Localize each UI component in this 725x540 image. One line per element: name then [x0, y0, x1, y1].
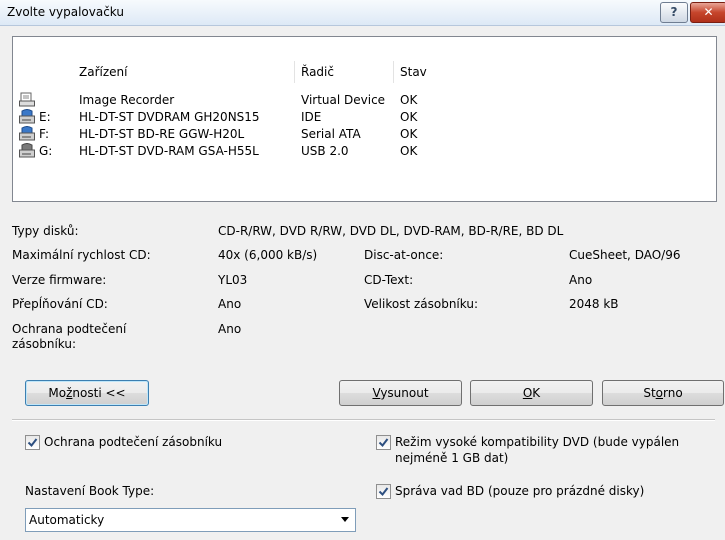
max-speed-value: 40x (6,000 kB/s)	[218, 248, 318, 262]
device-status: OK	[400, 127, 418, 141]
cdtext-value: Ano	[569, 273, 593, 287]
book-type-selected-value: Automaticky	[29, 513, 105, 527]
drive-letter: E:	[39, 110, 51, 124]
dvd-compat-checkbox[interactable]	[376, 435, 391, 450]
list-item[interactable]: E: HL-DT-ST DVDRAM GH20NS15 IDE OK	[13, 109, 716, 125]
cancel-button-label-a: St	[643, 386, 656, 400]
disc-drive-icon	[19, 126, 35, 141]
firmware-value: YL03	[218, 273, 248, 287]
image-recorder-icon	[19, 92, 35, 107]
list-item[interactable]: G: HL-DT-ST DVD-RAM GSA-H55L USB 2.0 OK	[13, 143, 716, 159]
underrun-label: Ochrana podtečení	[12, 322, 127, 336]
recorder-list[interactable]: Zařízení Řadič Stav Image Recorder Virtu…	[12, 36, 717, 202]
device-name: HL-DT-ST DVD-RAM GSA-H55L	[79, 144, 259, 158]
column-header-device[interactable]: Zařízení	[79, 65, 127, 79]
cancel-button[interactable]: Storno	[602, 380, 724, 406]
disc-types-value: CD-R/RW, DVD R/RW, DVD DL, DVD-RAM, BD-R…	[218, 224, 564, 238]
drive-letter: F:	[39, 127, 50, 141]
underrun-value: Ano	[218, 322, 242, 336]
device-status: OK	[400, 144, 418, 158]
eject-button-label-b: ysunout	[380, 386, 429, 400]
device-controller: Serial ATA	[301, 127, 361, 141]
underrun-protection-label[interactable]: Ochrana podtečení zásobníku	[44, 435, 222, 449]
ok-button[interactable]: OK	[470, 380, 593, 406]
dvd-compat-label[interactable]: Režim vysoké kompatibility DVD (bude vyp…	[395, 435, 679, 449]
device-status: OK	[400, 110, 418, 124]
options-button-label-a: Mo	[48, 386, 67, 400]
column-header-controller[interactable]: Řadič	[301, 65, 334, 79]
device-controller: Virtual Device	[301, 93, 386, 107]
checkmark-icon	[27, 438, 38, 448]
book-type-select[interactable]: Automaticky	[25, 508, 356, 532]
ok-button-label-a: O	[522, 386, 533, 400]
list-header: Zařízení Řadič Stav	[13, 37, 716, 87]
book-type-label: Nastavení Book Type:	[25, 484, 155, 498]
dao-value: CueSheet, DAO/96	[569, 248, 681, 262]
max-speed-label: Maximální rychlost CD:	[12, 248, 151, 262]
bd-defect-checkbox[interactable]	[376, 484, 391, 499]
underrun-protection-checkbox[interactable]	[25, 435, 40, 450]
list-item[interactable]: Image Recorder Virtual Device OK	[13, 92, 716, 108]
device-name: HL-DT-ST BD-RE GGW-H20L	[79, 127, 245, 141]
ok-button-label-b: K	[532, 386, 541, 400]
device-controller: USB 2.0	[301, 144, 349, 158]
cdtext-label: CD-Text:	[364, 273, 414, 287]
drive-letter: G:	[39, 144, 53, 158]
overburn-label: Přepĺňování CD:	[12, 297, 108, 311]
column-separator[interactable]	[393, 61, 394, 83]
title-bar: Zvolte vypalovačku ? ✕	[0, 0, 725, 26]
device-name: HL-DT-ST DVDRAM GH20NS15	[79, 110, 260, 124]
burner-dialog: Zvolte vypalovačku ? ✕ Zařízení Řadič St…	[0, 0, 725, 540]
underrun-label-line2: zásobníku:	[12, 337, 77, 351]
column-separator[interactable]	[294, 61, 295, 83]
column-header-status[interactable]: Stav	[400, 65, 427, 79]
dao-label: Disc-at-once:	[364, 248, 444, 262]
help-button[interactable]: ?	[660, 2, 688, 23]
close-button[interactable]: ✕	[690, 2, 725, 23]
options-button-label-c: nosti <<	[72, 386, 126, 400]
section-divider	[12, 419, 715, 421]
disc-drive-icon	[19, 109, 35, 124]
cancel-button-label-b: o	[655, 386, 663, 400]
device-controller: IDE	[301, 110, 322, 124]
device-status: OK	[400, 93, 418, 107]
dialog-title: Zvolte vypalovačku	[7, 5, 124, 19]
options-button[interactable]: Možnosti <<	[25, 380, 149, 406]
cancel-button-label-c: rno	[663, 386, 683, 400]
chevron-down-icon[interactable]	[341, 517, 349, 522]
buffer-size-label: Velikost zásobníku:	[364, 297, 478, 311]
firmware-label: Verze firmware:	[12, 273, 107, 287]
bd-defect-label[interactable]: Správa vad BD (pouze pro prázdné disky)	[395, 484, 644, 498]
dvd-compat-label-line2[interactable]: nejméně 1 GB dat)	[395, 451, 508, 465]
overburn-value: Ano	[218, 297, 242, 311]
list-item[interactable]: F: HL-DT-ST BD-RE GGW-H20L Serial ATA OK	[13, 126, 716, 142]
device-name: Image Recorder	[79, 93, 175, 107]
disc-drive-icon	[19, 143, 35, 158]
eject-button[interactable]: Vysunout	[339, 380, 462, 406]
checkmark-icon	[378, 438, 389, 448]
buffer-size-value: 2048 kB	[569, 297, 619, 311]
checkmark-icon	[378, 487, 389, 497]
disc-types-label: Typy disků:	[12, 224, 79, 238]
